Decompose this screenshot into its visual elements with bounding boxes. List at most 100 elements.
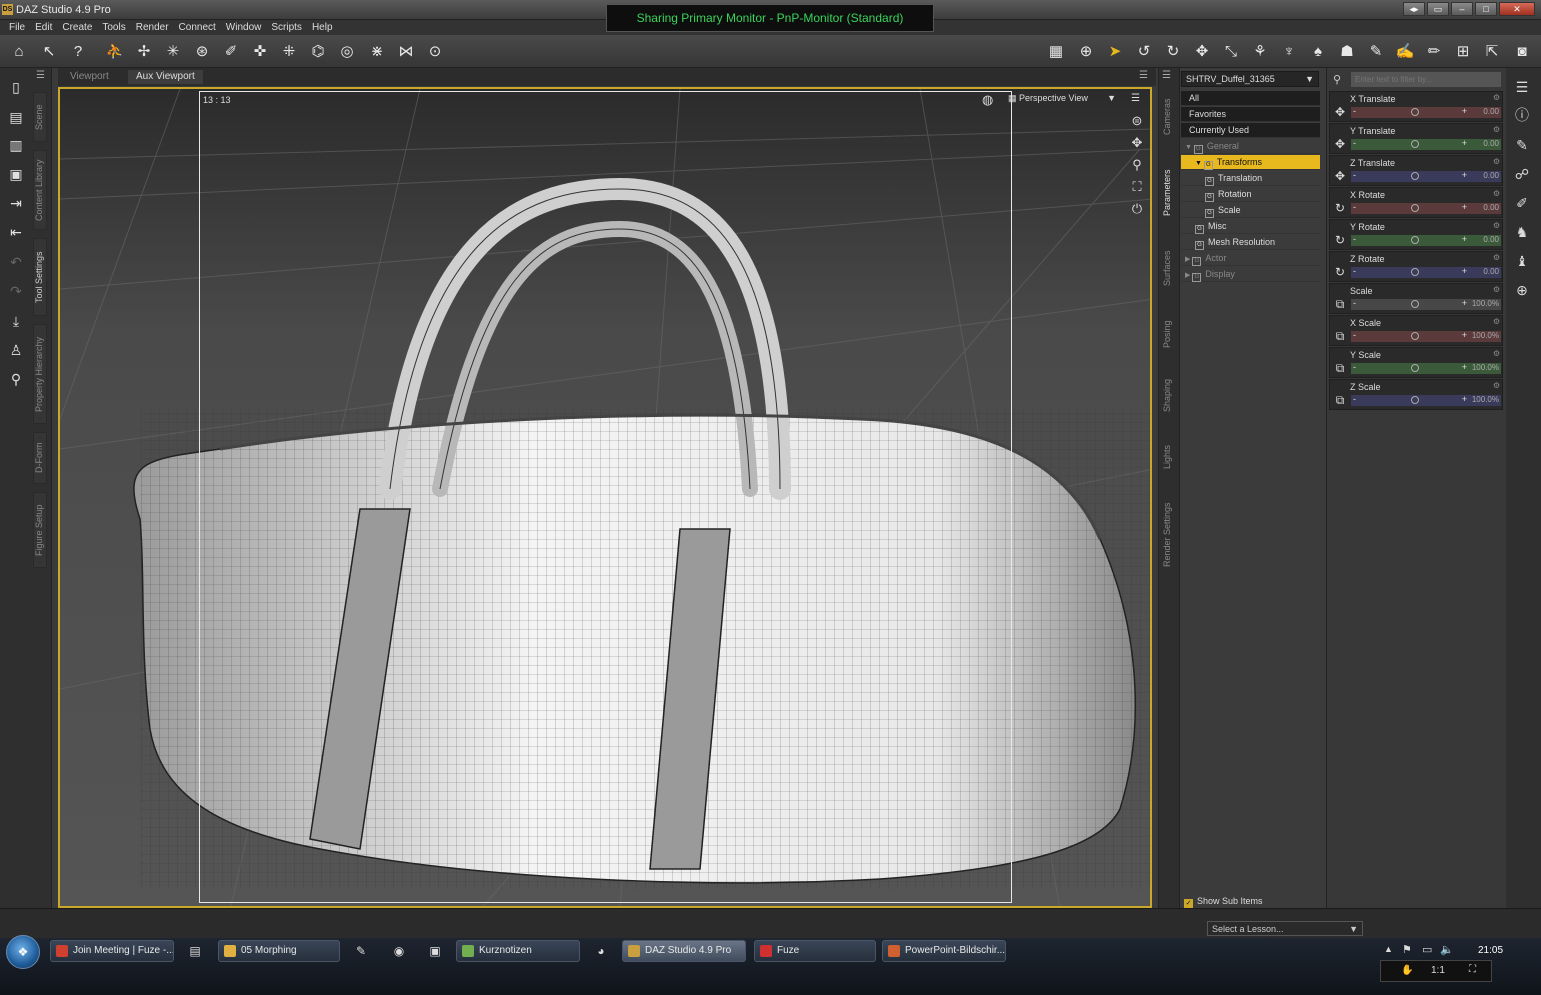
param-slider[interactable]: - +0.00 [1351, 234, 1501, 246]
screen-quicklaunch-icon[interactable]: ▣ [426, 942, 444, 960]
clock[interactable]: 21:05 [1478, 945, 1503, 956]
param-gear-icon[interactable]: ⚙ [1493, 157, 1500, 166]
browser-quicklaunch-icon[interactable]: ◉ [390, 942, 408, 960]
param-gear-icon[interactable]: ⚙ [1493, 317, 1500, 326]
param-gear-icon[interactable]: ⚙ [1493, 189, 1500, 198]
morph-loader-icon[interactable]: ☍ [1511, 163, 1533, 185]
increment-icon[interactable]: + [1462, 234, 1467, 244]
tab-render-settings[interactable]: Render Settings [1162, 496, 1176, 574]
brush-tool-icon[interactable]: ✐ [1511, 192, 1533, 214]
menu-scripts[interactable]: Scripts [266, 20, 307, 35]
restore-icon[interactable]: ◂▸ [1403, 2, 1425, 16]
param-gear-icon[interactable]: ⚙ [1493, 381, 1500, 390]
fullscreen-icon[interactable]: ▭ [1427, 2, 1449, 16]
taskbar-item-05-morphing[interactable]: 05 Morphing [218, 940, 340, 962]
tree-item-currently-used[interactable]: Currently Used [1181, 123, 1320, 138]
camera-pan-icon[interactable]: ✥ [1128, 134, 1146, 152]
param-slider[interactable]: - +0.00 [1351, 170, 1501, 182]
taskbar-item-fuze[interactable]: Fuze [754, 940, 876, 962]
param-slider[interactable]: - +0.00 [1351, 138, 1501, 150]
increment-icon[interactable]: + [1462, 170, 1467, 180]
merge-icon[interactable]: ▥ [5, 134, 27, 156]
orbit-icon[interactable]: ⊕ [1075, 41, 1097, 63]
pose-tool-icon[interactable]: ✎ [1511, 134, 1533, 156]
tree-item-actor[interactable]: ▶ G Actor [1181, 251, 1320, 266]
param-gear-icon[interactable]: ⚙ [1493, 349, 1500, 358]
tab-viewport[interactable]: Viewport [62, 70, 117, 84]
geometry-editor-icon[interactable]: ◎ [336, 41, 358, 63]
param-value[interactable]: 100.0% [1472, 395, 1499, 404]
panel-list-icon[interactable]: ☰ [1511, 76, 1533, 98]
flag-icon[interactable]: ⚑ [1402, 943, 1412, 956]
viewport-panel-menu-icon[interactable]: ☰ [1139, 70, 1148, 81]
undo-icon[interactable]: ↶ [5, 251, 27, 273]
active-pose-icon[interactable]: ✐ [220, 41, 242, 63]
sculpt-icon[interactable]: ✍ [1394, 41, 1416, 63]
expand-arrow-icon[interactable]: ▶ [1185, 272, 1192, 279]
view-globe-icon[interactable]: ◍ [982, 92, 993, 108]
taskbar-item-kurznotizen[interactable]: Kurznotizen [456, 940, 580, 962]
lesson-selector-dropdown[interactable]: Select a Lesson... ▼ [1207, 921, 1363, 936]
param-gear-icon[interactable]: ⚙ [1493, 221, 1500, 230]
rotate-view-icon[interactable]: ↺ [1133, 41, 1155, 63]
tree-item-display[interactable]: ▶ G Display [1181, 267, 1320, 282]
tab-cameras[interactable]: Cameras [1162, 92, 1176, 142]
grid-icon[interactable]: ▦ [1045, 41, 1067, 63]
param-value[interactable]: 0.00 [1483, 107, 1499, 116]
character-tool-icon[interactable]: ♝ [1511, 250, 1533, 272]
tab-parameters[interactable]: Parameters [1162, 162, 1176, 224]
whats-this-icon[interactable]: ↖ [38, 41, 60, 63]
param-value[interactable]: 0.00 [1483, 139, 1499, 148]
slider-knob[interactable] [1411, 172, 1419, 180]
decrement-icon[interactable]: - [1353, 234, 1356, 244]
param-slider[interactable]: - +100.0% [1351, 330, 1501, 342]
scale-tool-icon[interactable]: ⁜ [278, 41, 300, 63]
notes-quicklaunch-icon[interactable]: ▤ [186, 942, 204, 960]
home-icon[interactable]: ⌂ [8, 41, 30, 63]
translate-tool-icon[interactable]: ✜ [249, 41, 271, 63]
tab-lights[interactable]: Lights [1162, 438, 1176, 476]
paint-quicklaunch-icon[interactable]: ✎ [352, 942, 370, 960]
tree-item-all[interactable]: All [1181, 91, 1320, 106]
surface-selection-icon[interactable]: ⌬ [307, 41, 329, 63]
expand-arrow-icon[interactable]: ▶ [1185, 256, 1192, 263]
slider-knob[interactable] [1411, 236, 1419, 244]
param-slider[interactable]: - +100.0% [1351, 394, 1501, 406]
param-slider[interactable]: - +0.00 [1351, 266, 1501, 278]
collapse-arrow-icon[interactable]: ▼ [1185, 144, 1194, 151]
pose-rotate-icon[interactable]: ↻ [1162, 41, 1184, 63]
increment-icon[interactable]: + [1462, 298, 1467, 308]
export-file-icon[interactable]: ⇤ [5, 221, 27, 243]
slider-knob[interactable] [1411, 300, 1419, 308]
panel-menu-icon[interactable]: ☰ [36, 70, 45, 81]
pane-menu-icon[interactable]: ☰ [1162, 70, 1171, 81]
increment-icon[interactable]: + [1462, 330, 1467, 340]
decrement-icon[interactable]: - [1353, 298, 1356, 308]
filter-input[interactable] [1351, 72, 1501, 87]
increment-icon[interactable]: + [1462, 202, 1467, 212]
help-icon[interactable]: ? [67, 41, 89, 63]
tab-shaping[interactable]: Shaping [1162, 372, 1176, 418]
new-scene-icon[interactable]: ▯ [5, 76, 27, 98]
slider-knob[interactable] [1411, 140, 1419, 148]
redo-icon[interactable]: ↷ [5, 280, 27, 302]
increment-icon[interactable]: + [1462, 138, 1467, 148]
tree-item-translation[interactable]: G Translation [1181, 171, 1320, 186]
decrement-icon[interactable]: - [1353, 330, 1356, 340]
decrement-icon[interactable]: - [1353, 202, 1356, 212]
figure-pose-icon[interactable]: ♙ [5, 339, 27, 361]
taskbar-item-fuze-meeting[interactable]: Join Meeting | Fuze -... [50, 940, 174, 962]
menu-tools[interactable]: Tools [97, 20, 130, 35]
taskbar-item-powerpoint[interactable]: PowerPoint-Bildschir... [882, 940, 1006, 962]
camera-roll-icon[interactable]: ⏻ [1128, 200, 1146, 218]
slider-knob[interactable] [1411, 396, 1419, 404]
menu-window[interactable]: Window [221, 20, 267, 35]
menu-render[interactable]: Render [131, 20, 174, 35]
menu-edit[interactable]: Edit [30, 20, 57, 35]
tab-tool-settings[interactable]: Tool Settings [33, 238, 47, 316]
tab-d-form[interactable]: D-Form [33, 432, 47, 484]
param-value[interactable]: 100.0% [1472, 363, 1499, 372]
param-slider[interactable]: - +0.00 [1351, 106, 1501, 118]
param-value[interactable]: 0.00 [1483, 171, 1499, 180]
tree-item-misc[interactable]: G Misc [1181, 219, 1320, 234]
